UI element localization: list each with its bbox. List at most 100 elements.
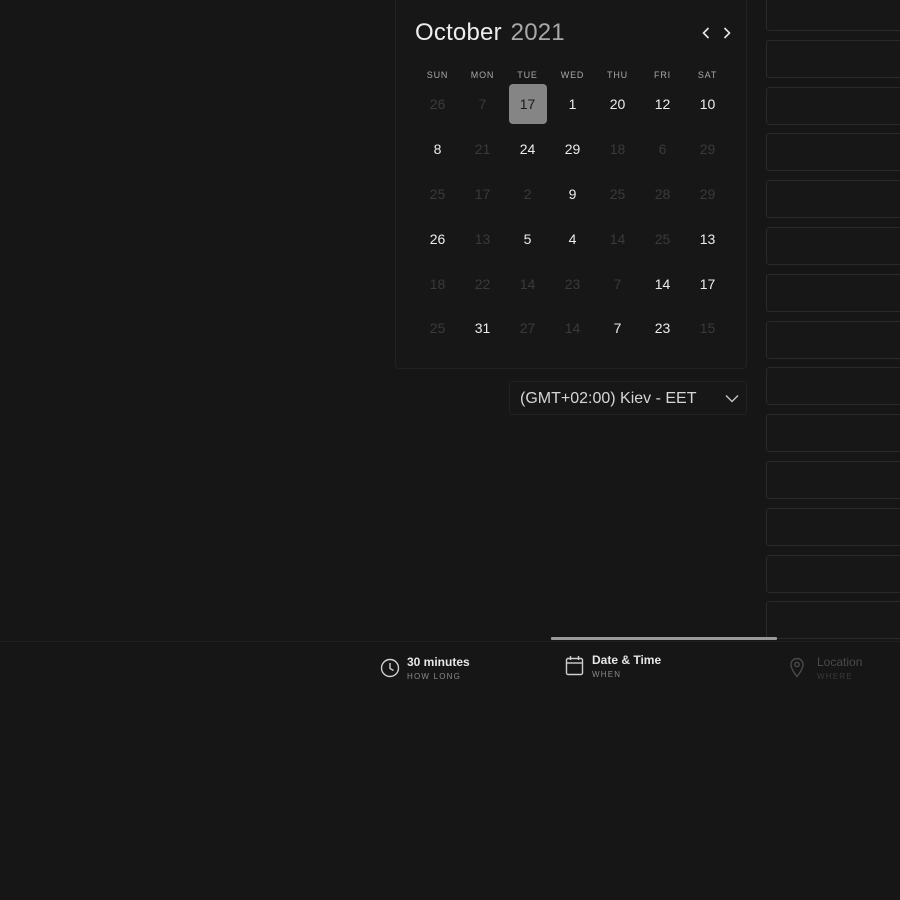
calendar-day[interactable]: 31 — [460, 306, 505, 351]
time-slot-button[interactable] — [766, 133, 900, 172]
calendar-day-number: 9 — [568, 185, 577, 202]
weekday-header-row: SUN MON TUE WED THU FRI SAT — [415, 70, 730, 80]
calendar-day: 2 — [505, 172, 550, 217]
calendar-day[interactable]: 13 — [685, 216, 730, 261]
calendar-day[interactable]: 29 — [550, 127, 595, 172]
time-slot-button[interactable] — [766, 367, 900, 406]
weekday-label: MON — [470, 70, 495, 80]
calendar-day-number: 25 — [429, 320, 446, 337]
calendar-day[interactable]: 23 — [640, 306, 685, 351]
calendar-day-number: 12 — [654, 96, 671, 113]
weekday-label: SUN — [426, 70, 449, 80]
time-slot-button[interactable] — [766, 461, 900, 499]
calendar-day-selected[interactable]: 17 — [505, 82, 550, 127]
weekday-label: WED — [560, 70, 585, 80]
time-slot-button[interactable] — [766, 227, 900, 265]
calendar-day-number: 18 — [609, 141, 626, 158]
calendar-day[interactable]: 24 — [505, 127, 550, 172]
calendar-day: 25 — [595, 172, 640, 217]
date-picker-calendar: October 2021 SUN MON TUE WED THU FRI SAT 26 7 17… — [395, 0, 747, 369]
calendar-day[interactable]: 26 — [415, 216, 460, 261]
time-slot-button[interactable] — [766, 554, 900, 593]
calendar-day[interactable]: 9 — [550, 172, 595, 217]
calendar-day-number: 17 — [699, 275, 716, 292]
calendar-day-number: 8 — [433, 141, 442, 158]
time-slot-button[interactable] — [766, 273, 900, 312]
calendar-day-number: 14 — [564, 320, 581, 337]
weekday-label: FRI — [654, 70, 671, 80]
next-month-button[interactable] — [717, 22, 737, 46]
calendar-day-number: 29 — [699, 141, 716, 158]
calendar-day: 18 — [415, 261, 460, 306]
calendar-day-number: 23 — [654, 320, 671, 337]
calendar-day-grid: 26 7 17 1 20 12 10 8 21 24 29 18 6 29 25 17 2 9 25 28 29 26 13… — [415, 82, 730, 351]
calendar-day: 23 — [550, 261, 595, 306]
calendar-day: 22 — [460, 261, 505, 306]
calendar-day-number: 14 — [654, 275, 671, 292]
weekday-label: TUE — [517, 70, 538, 80]
calendar-day: 6 — [640, 127, 685, 172]
calendar-day[interactable]: 17 — [685, 261, 730, 306]
time-slot-button[interactable] — [766, 86, 900, 125]
step-date-time-title: Date & Time — [592, 653, 662, 667]
calendar-day: 21 — [460, 127, 505, 172]
step-date-time-subtitle: WHEN — [592, 670, 622, 679]
time-slot-button[interactable] — [766, 180, 900, 219]
previous-month-button[interactable] — [696, 22, 716, 46]
calendar-day: 15 — [685, 306, 730, 351]
calendar-year: 2021 — [510, 19, 565, 46]
calendar-day-number: 13 — [699, 230, 716, 247]
step-location-title: Location — [817, 655, 863, 669]
calendar-day-number: 21 — [474, 141, 491, 158]
calendar-day-number: 25 — [654, 230, 671, 247]
calendar-day: 14 — [595, 216, 640, 261]
calendar-day: 29 — [685, 172, 730, 217]
calendar-day-number: 2 — [523, 185, 532, 202]
step-duration-subtitle: HOW LONG — [407, 672, 462, 681]
time-slot-button[interactable] — [766, 39, 900, 78]
calendar-day-number: 14 — [519, 275, 536, 292]
calendar-day-number: 17 — [519, 96, 536, 113]
chevron-down-icon — [725, 394, 739, 403]
calendar-day: 14 — [550, 306, 595, 351]
calendar-day[interactable]: 4 — [550, 216, 595, 261]
calendar-day[interactable]: 5 — [505, 216, 550, 261]
calendar-day-number: 15 — [699, 320, 716, 337]
calendar-day: 25 — [640, 216, 685, 261]
time-slot-button[interactable] — [766, 0, 900, 31]
calendar-day[interactable]: 20 — [595, 82, 640, 127]
calendar-day: 18 — [595, 127, 640, 172]
chevron-left-icon — [702, 27, 710, 39]
time-slot-button[interactable] — [766, 414, 900, 453]
time-slot-button[interactable] — [766, 507, 900, 546]
calendar-day[interactable]: 1 — [550, 82, 595, 127]
calendar-day-number: 25 — [429, 185, 446, 202]
calendar-day[interactable]: 10 — [685, 82, 730, 127]
calendar-day-number: 20 — [609, 96, 626, 113]
calendar-day: 25 — [415, 306, 460, 351]
calendar-month: October — [415, 19, 502, 46]
calendar-day-number: 18 — [429, 275, 446, 292]
calendar-day-number: 29 — [699, 185, 716, 202]
timezone-value: (GMT+02:00) Kiev - EET — [520, 390, 697, 407]
calendar-day: 17 — [460, 172, 505, 217]
active-step-indicator — [551, 637, 777, 640]
timezone-select[interactable]: (GMT+02:00) Kiev - EET — [509, 381, 747, 415]
calendar-day: 28 — [640, 172, 685, 217]
calendar-day-number: 14 — [609, 230, 626, 247]
time-slot-button[interactable] — [766, 320, 900, 359]
calendar-day-number: 25 — [609, 185, 626, 202]
calendar-day-number: 27 — [519, 320, 536, 337]
calendar-day[interactable]: 7 — [595, 306, 640, 351]
calendar-day[interactable]: 8 — [415, 127, 460, 172]
clock-icon — [380, 658, 400, 678]
time-slot-button[interactable] — [766, 601, 900, 640]
calendar-day: 29 — [685, 127, 730, 172]
calendar-day[interactable]: 12 — [640, 82, 685, 127]
calendar-day-number: 4 — [568, 230, 577, 247]
calendar-day[interactable]: 14 — [640, 261, 685, 306]
calendar-day-number: 5 — [523, 230, 532, 247]
calendar-day-number: 7 — [613, 275, 622, 292]
calendar-icon — [565, 656, 584, 676]
calendar-day: 7 — [595, 261, 640, 306]
